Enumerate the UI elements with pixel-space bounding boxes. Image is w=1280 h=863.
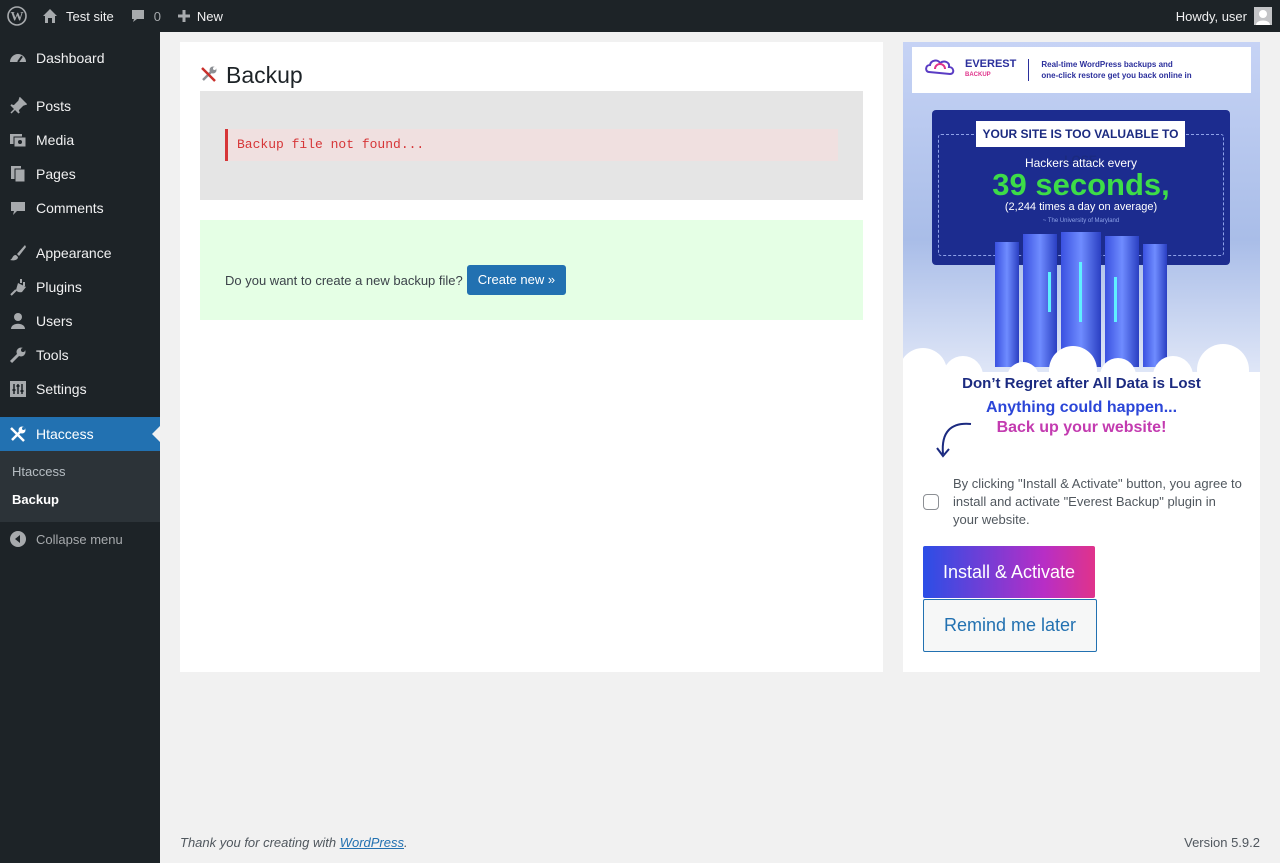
new-label: New (196, 8, 223, 24)
comment-bubble-icon (130, 8, 146, 24)
tools-icon (200, 65, 218, 86)
plus-icon (177, 9, 191, 23)
tools-icon (0, 425, 36, 443)
create-new-button[interactable]: Create new » (466, 265, 567, 295)
sidebar-item-label: Tools (36, 347, 69, 363)
home-icon (42, 8, 58, 24)
sidebar-item-comments[interactable]: Comments (0, 191, 160, 225)
submenu-item-htaccess[interactable]: Htaccess (0, 458, 160, 486)
everest-logo-icon (925, 58, 957, 83)
admin-sidebar: Dashboard Posts Media Pages Comments App… (0, 32, 160, 863)
promo-subheading: Don’t Regret after All Data is Lost (962, 375, 1201, 392)
page-title: Backup (226, 62, 303, 88)
pin-icon (0, 97, 36, 115)
promo-banner: EVEREST BACKUP Real-time WordPress backup… (903, 42, 1260, 372)
user-icon (0, 312, 36, 330)
svg-text:W: W (11, 9, 24, 24)
banner-headline: YOUR SITE IS TOO VALUABLE TO LOSE (976, 121, 1185, 167)
banner-line-2: 39 seconds, (992, 167, 1170, 202)
everest-backup-promo: EVEREST BACKUP Real-time WordPress backup… (903, 42, 1260, 672)
admin-footer: Thank you for creating with WordPress. V… (180, 835, 1260, 850)
htaccess-submenu: Htaccess Backup (0, 451, 160, 522)
sidebar-item-label: Users (36, 313, 73, 329)
error-message: Backup file not found... (225, 129, 838, 161)
sidebar-item-label: Settings (36, 381, 87, 397)
consent-checkbox[interactable] (923, 494, 939, 510)
collapse-arrow-icon (0, 530, 36, 548)
sidebar-item-users[interactable]: Users (0, 304, 160, 338)
site-name-label: Test site (66, 8, 114, 24)
dashboard-icon (0, 48, 36, 68)
collapse-menu-label: Collapse menu (36, 531, 123, 547)
sidebar-item-label: Dashboard (36, 50, 105, 66)
footer-thanks: Thank you for creating with WordPress. (180, 835, 408, 850)
account-menu[interactable]: Howdy, user (1168, 0, 1280, 32)
media-icon (0, 131, 36, 149)
consent-text: By clicking "Install & Activate" button,… (953, 476, 1242, 527)
sidebar-item-label: Comments (36, 200, 104, 216)
banner-line-3: (2,244 times a day on average) (1004, 201, 1158, 213)
brand-name: EVEREST BACKUP (965, 58, 1017, 79)
sidebar-item-label: Posts (36, 98, 72, 114)
submenu-item-backup[interactable]: Backup (0, 486, 160, 514)
sidebar-item-appearance[interactable]: Appearance (0, 236, 160, 270)
sidebar-item-label: Htaccess (36, 426, 94, 442)
banner-tagline: Real-time WordPress backups and one-click… (1041, 60, 1192, 80)
sidebar-item-label: Plugins (36, 279, 82, 295)
howdy-text: Howdy, user (1175, 8, 1247, 24)
sidebar-item-media[interactable]: Media (0, 123, 160, 157)
sidebar-item-label: Pages (36, 166, 76, 182)
create-backup-box: Do you want to create a new backup file?… (200, 220, 863, 320)
sidebar-item-pages[interactable]: Pages (0, 157, 160, 191)
wordpress-link[interactable]: WordPress (340, 835, 404, 850)
comments-count: 0 (153, 8, 161, 24)
site-name-link[interactable]: Test site (34, 0, 122, 32)
page-heading: Backup (200, 62, 303, 89)
remind-later-button[interactable]: Remind me later (923, 599, 1097, 652)
sidebar-item-dashboard[interactable]: Dashboard (0, 38, 160, 78)
version-text: Version 5.9.2 (1184, 835, 1260, 850)
sidebar-item-label: Media (36, 132, 75, 148)
sidebar-item-settings[interactable]: Settings (0, 372, 160, 406)
comment-icon (0, 199, 36, 217)
wrench-icon (0, 346, 36, 364)
consent-row: By clicking "Install & Activate" button,… (923, 475, 1243, 529)
backup-panel: Backup Backup file not found... Do you w… (180, 42, 883, 672)
comments-link[interactable]: 0 (122, 0, 169, 32)
admin-bar: W Test site 0 New Howdy, user (0, 0, 1280, 32)
sidebar-item-htaccess[interactable]: Htaccess (0, 417, 160, 451)
wordpress-logo-icon[interactable]: W (0, 0, 34, 32)
sidebar-item-plugins[interactable]: Plugins (0, 270, 160, 304)
collapse-menu-button[interactable]: Collapse menu (0, 522, 160, 556)
brush-icon (0, 244, 36, 262)
banner-header: EVEREST BACKUP Real-time WordPress backup… (912, 47, 1251, 93)
clouds-illustration-icon (903, 344, 1249, 372)
sidebar-item-posts[interactable]: Posts (0, 89, 160, 123)
sidebar-item-label: Appearance (36, 245, 112, 261)
error-notice-box: Backup file not found... (200, 91, 863, 200)
create-backup-question: Do you want to create a new backup file? (225, 272, 463, 288)
install-activate-button[interactable]: Install & Activate (923, 546, 1095, 598)
plug-icon (0, 278, 36, 296)
settings-icon (0, 380, 36, 398)
avatar (1254, 7, 1272, 25)
sidebar-item-tools[interactable]: Tools (0, 338, 160, 372)
new-content-link[interactable]: New (169, 0, 231, 32)
pages-icon (0, 165, 36, 183)
curved-arrow-icon (936, 422, 972, 458)
banner-citation: ~ The University of Maryland (1042, 218, 1120, 224)
